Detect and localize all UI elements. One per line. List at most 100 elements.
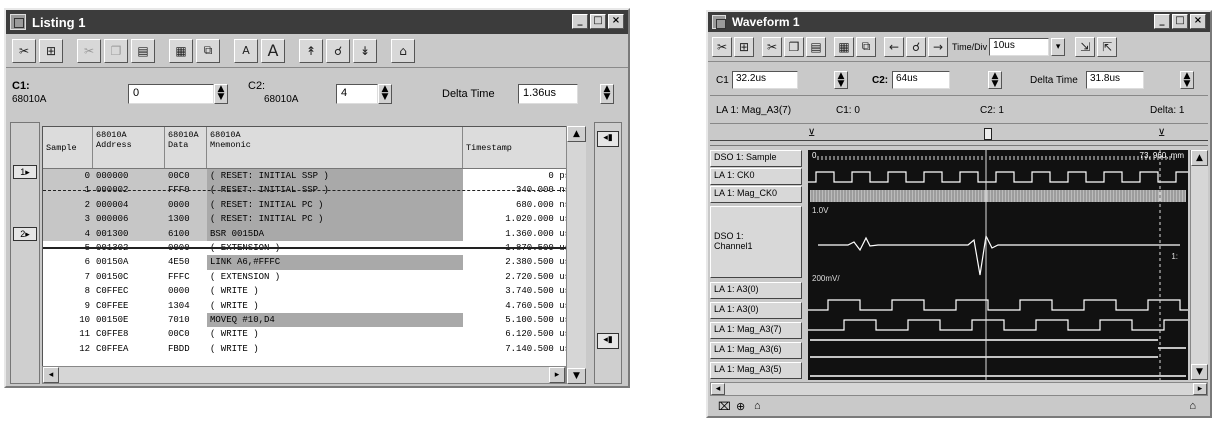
wf-paste-icon[interactable]: ▤: [806, 36, 826, 57]
wf-scroll-right-button[interactable]: ▸: [1193, 383, 1207, 395]
marker-top-icon[interactable]: ◂▮: [597, 131, 619, 147]
scroll-right-button[interactable]: ▸: [549, 367, 565, 383]
wf-scroll-down-button[interactable]: ▼: [1191, 364, 1208, 380]
wf-scroll-up-button[interactable]: ▲: [1191, 150, 1208, 166]
wf-c1-input[interactable]: 32.2us: [732, 71, 798, 89]
c2-label: C2:: [248, 80, 266, 92]
c1-spinner[interactable]: ▲ ▼: [214, 84, 228, 104]
search-down-icon[interactable]: ↡: [353, 38, 377, 63]
cursor-end-marker-icon[interactable]: ⊻: [1158, 128, 1165, 139]
table-row[interactable]: 8 C0FFEC 0000 ( WRITE ) 3.740.500 us: [43, 284, 585, 298]
col-timestamp[interactable]: Timestamp: [463, 127, 573, 168]
wf-c2-input[interactable]: 64us: [892, 71, 950, 89]
wf-binoculars-icon[interactable]: ☌: [906, 36, 926, 57]
waveform-titlebar[interactable]: Waveform 1 _ □ ×: [708, 12, 1210, 32]
trash-icon[interactable]: ⌧: [718, 400, 731, 413]
wf-scissors-icon[interactable]: ✂: [762, 36, 782, 57]
wf-c2-spinner[interactable]: ▲ ▼: [988, 71, 1002, 89]
col-address[interactable]: 68010A Address: [93, 127, 165, 168]
c2-spinner[interactable]: ▲ ▼: [378, 84, 392, 104]
signal-label[interactable]: LA 1: Mag_A3(7): [710, 322, 802, 339]
wf-minimize-button[interactable]: _: [1154, 14, 1170, 29]
table-row[interactable]: 11 C0FFE8 00C0 ( WRITE ) 6.120.500 us: [43, 327, 585, 341]
wf-c1-spinner[interactable]: ▲ ▼: [834, 71, 848, 89]
col-sample[interactable]: Sample: [43, 127, 93, 168]
close-button[interactable]: ×: [608, 14, 624, 29]
cell-data: 1300: [165, 212, 207, 227]
wf-hscroll[interactable]: ◂ ▸: [710, 382, 1208, 396]
cursor1-marker-icon[interactable]: 1▸: [13, 165, 37, 179]
scroll-up-button[interactable]: ▲: [567, 126, 586, 142]
marker-bottom-icon[interactable]: ◂▮: [597, 333, 619, 349]
small-font-icon[interactable]: A: [234, 38, 258, 63]
wf-prev-icon[interactable]: ←: [884, 36, 904, 57]
wf-vscroll[interactable]: ▲ ▼: [1190, 150, 1208, 380]
signal-label[interactable]: LA 1: Mag_A3(5): [710, 362, 802, 379]
table-vscroll[interactable]: ▲ ▼: [566, 126, 586, 384]
signal-label[interactable]: LA 1: A3(0): [710, 302, 802, 319]
cursor-c2-marker-icon[interactable]: [984, 128, 992, 140]
table-row[interactable]: 9 C0FFEE 1304 ( WRITE ) 4.760.500 us: [43, 299, 585, 313]
wf-insert-icon[interactable]: ⊞: [734, 36, 754, 57]
table-row[interactable]: 4 001300 6100 BSR 0015DA 1.360.000 us: [43, 226, 585, 241]
minimize-button[interactable]: _: [572, 14, 588, 29]
time-div-select[interactable]: 10us: [989, 37, 1050, 56]
scroll-down-button[interactable]: ▼: [567, 368, 586, 384]
listing-titlebar[interactable]: Listing 1 _ □ ×: [6, 10, 628, 34]
insert-column-icon[interactable]: ⊞: [39, 38, 63, 63]
wf-next-icon[interactable]: →: [928, 36, 948, 57]
wf-cut-icon[interactable]: ✂: [712, 36, 732, 57]
wf-scroll-left-button[interactable]: ◂: [711, 383, 725, 395]
wf-table-icon[interactable]: ▦: [834, 36, 854, 57]
maximize-button[interactable]: □: [590, 14, 606, 29]
cut-icon[interactable]: ✂: [12, 38, 36, 63]
paste-icon[interactable]: ▤: [131, 38, 155, 63]
marker-end-icon[interactable]: ⌂: [1189, 400, 1196, 412]
table-row[interactable]: 10 00150E 7010 MOVEQ #10,D4 5.100.500 us: [43, 312, 585, 328]
table-row[interactable]: 2 000004 0000( RESET: INITIAL PC ) 680.000 …: [43, 197, 585, 213]
marker-home-icon[interactable]: ⌂: [754, 400, 761, 412]
signal-label[interactable]: DSO 1: Sample: [710, 150, 802, 167]
delta-time-input[interactable]: 1.36us: [518, 84, 578, 104]
wf-delta-input[interactable]: 31.8us: [1086, 71, 1144, 89]
table-row[interactable]: 6 00150A 4E50 LINK A6,#FFFC 2.380.500 us: [43, 255, 585, 270]
binoculars-icon[interactable]: ☌: [326, 38, 350, 63]
wf-delta-spinner[interactable]: ▲ ▼: [1180, 71, 1194, 89]
home-icon[interactable]: ⌂: [391, 38, 415, 63]
cursor-ruler[interactable]: ⊻ ⊻: [710, 126, 1208, 146]
wf-maximize-button[interactable]: □: [1172, 14, 1188, 29]
scissors-icon[interactable]: ✂: [77, 38, 101, 63]
zoom-in-icon[interactable]: ⇲: [1075, 36, 1096, 57]
col-data[interactable]: 68010A Data: [165, 127, 207, 168]
window-icon[interactable]: ⧉: [196, 38, 220, 63]
delta-time-spinner[interactable]: ▲ ▼: [600, 84, 614, 104]
wf-close-button[interactable]: ×: [1190, 14, 1206, 29]
table-hscroll[interactable]: ◂ ▸: [42, 366, 566, 384]
search-up-icon[interactable]: ↟: [299, 38, 323, 63]
cursor2-marker-icon[interactable]: 2▸: [13, 227, 37, 241]
table-row[interactable]: 7 00150C FFFC ( EXTENSION ) 2.720.500 us: [43, 270, 585, 284]
signal-label[interactable]: LA 1: A3(0): [710, 282, 802, 299]
signal-label[interactable]: DSO 1: Channel1: [710, 206, 802, 278]
scroll-left-button[interactable]: ◂: [43, 367, 59, 383]
c2-input[interactable]: 4: [336, 84, 378, 104]
signal-label[interactable]: LA 1: Mag_A3(6): [710, 342, 802, 359]
signal-label[interactable]: LA 1: Mag_CK0: [710, 186, 802, 203]
time-div-dropdown[interactable]: ▾: [1051, 37, 1066, 56]
col-mnemonic[interactable]: 68010A Mnemonic: [207, 127, 463, 168]
table-icon[interactable]: ▦: [169, 38, 193, 63]
table-row[interactable]: 12 C0FFEA FBDD ( WRITE ) 7.140.500 us: [43, 342, 585, 356]
table-row[interactable]: 0 000000 00C0( RESET: INITIAL SSP ) 0 ps: [43, 169, 585, 184]
table-row[interactable]: 3 000006 1300( RESET: INITIAL PC ) 1.020.00…: [43, 212, 585, 227]
signal-label[interactable]: LA 1: CK0: [710, 168, 802, 185]
copy-icon[interactable]: ❐: [104, 38, 128, 63]
cursor-row: C1: 68010A 0 ▲ ▼ C2: 68010A 4 ▲ ▼ Delta Ti…: [10, 76, 624, 116]
zoom-out-icon[interactable]: ⇱: [1097, 36, 1118, 57]
wf-copy-icon[interactable]: ❐: [784, 36, 804, 57]
wf-window-icon[interactable]: ⧉: [856, 36, 876, 57]
c1-input[interactable]: 0: [128, 84, 214, 104]
marker-add-icon[interactable]: ⊕: [736, 400, 745, 413]
large-font-icon[interactable]: A: [261, 38, 285, 63]
cursor-x-marker-icon[interactable]: ⊻: [808, 128, 815, 139]
waveform-plot[interactable]: 0 73, 960, mm 1.0V 200mV/ 1:: [808, 150, 1188, 380]
